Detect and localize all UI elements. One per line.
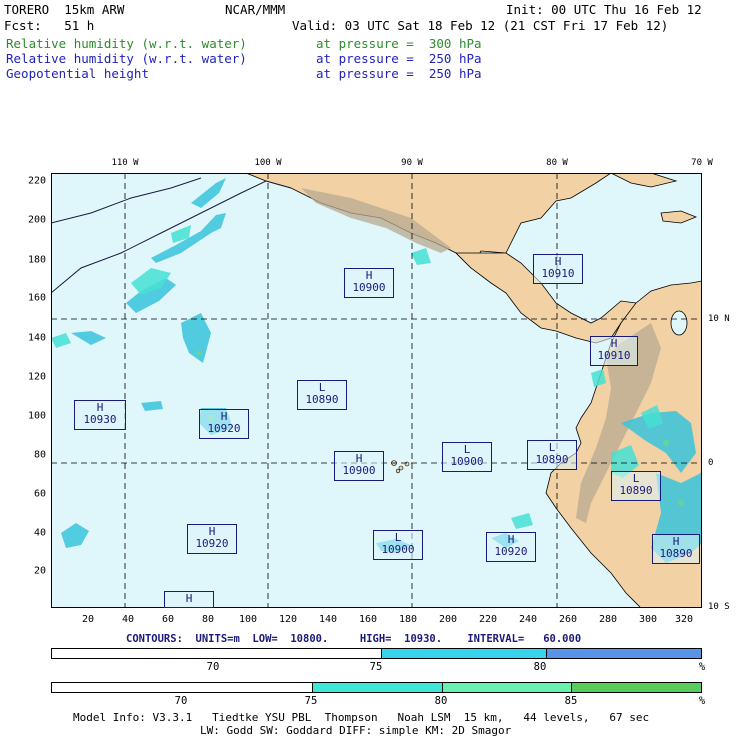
field-2-name: Relative humidity (w.r.t. water)	[6, 51, 247, 66]
colorbar-segment	[572, 683, 701, 692]
y-tick-160: 160	[27, 292, 46, 304]
center-value: 10900	[450, 455, 484, 468]
y-tick-140: 140	[27, 332, 46, 344]
x-tick-160: 160	[358, 614, 378, 625]
center-value: 10900	[342, 464, 376, 477]
lon-label-110w: 110 W	[111, 158, 139, 168]
field-1-name: Relative humidity (w.r.t. water)	[6, 36, 247, 51]
x-tick-320: 320	[674, 614, 694, 625]
physics-info: LW: Godd SW: Goddard DIFF: simple KM: 2D…	[200, 724, 512, 737]
x-tick-300: 300	[638, 614, 658, 625]
model-info: Model Info: V3.3.1 Tiedtke YSU PBL Thomp…	[73, 711, 650, 724]
pressure-center: H 10900	[344, 268, 394, 298]
pressure-center: L 10890	[297, 380, 347, 410]
pressure-center: L 10890	[611, 471, 661, 501]
x-tick-120: 120	[278, 614, 298, 625]
x-tick-140: 140	[318, 614, 338, 625]
lat-label-10n: 10 N	[708, 314, 730, 324]
x-tick-240: 240	[518, 614, 538, 625]
pressure-center: H 10920	[187, 524, 237, 554]
x-tick-80: 80	[201, 614, 215, 625]
y-tick-120: 120	[27, 371, 46, 383]
pressure-center: L 10900	[442, 442, 492, 472]
x-tick-260: 260	[558, 614, 578, 625]
init-time: Init: 00 UTC Thu 16 Feb 12	[506, 2, 702, 17]
colorbar-segment	[381, 649, 547, 658]
colorbar-300hpa	[51, 682, 702, 693]
lat-label-10s: 10 S	[708, 602, 730, 612]
colorbar-250hpa	[51, 648, 702, 659]
pressure-center: H 10930	[74, 400, 126, 430]
x-tick-200: 200	[438, 614, 458, 625]
colorbar-segment	[442, 683, 573, 692]
x-tick-220: 220	[478, 614, 498, 625]
y-tick-220: 220	[27, 175, 46, 187]
lat-label-0: 0	[708, 458, 714, 468]
colorbar-250-percent: %	[698, 661, 706, 673]
x-tick-100: 100	[238, 614, 258, 625]
lake-maracaibo	[670, 310, 688, 336]
lon-label-90w: 90 W	[401, 158, 423, 168]
model-name: TORERO 15km ARW	[4, 2, 125, 17]
colorbar-300-label-75: 75	[304, 695, 318, 707]
colorbar-250-label-70: 70	[206, 661, 220, 673]
field-3-name: Geopotential height	[6, 66, 149, 81]
center-value: 10900	[381, 543, 415, 556]
y-tick-40: 40	[33, 527, 46, 539]
colorbar-250-label-75: 75	[369, 661, 383, 673]
y-tick-20: 20	[33, 565, 46, 577]
pressure-center: H 10890	[652, 534, 700, 564]
x-tick-40: 40	[121, 614, 135, 625]
center-value: 10890	[659, 547, 693, 560]
valid-time: Valid: 03 UTC Sat 18 Feb 12 (21 CST Fri …	[292, 18, 669, 33]
y-tick-60: 60	[33, 488, 46, 500]
center-value: 10890	[305, 393, 339, 406]
y-tick-180: 180	[27, 254, 46, 266]
y-tick-100: 100	[27, 410, 46, 422]
colorbar-segment	[52, 683, 313, 692]
lon-label-70w: 70 W	[691, 158, 713, 168]
x-tick-280: 280	[598, 614, 618, 625]
contour-info: CONTOURS: UNITS=m LOW= 10800. HIGH= 1093…	[126, 633, 582, 645]
pressure-center: H	[164, 591, 214, 608]
colorbar-segment	[546, 649, 701, 658]
center-value: 10910	[541, 267, 575, 280]
y-tick-200: 200	[27, 214, 46, 226]
field-3-level: at pressure = 250 hPa	[316, 66, 482, 81]
colorbar-300-percent: %	[698, 695, 706, 707]
x-tick-20: 20	[81, 614, 95, 625]
center-name: NCAR/MMM	[225, 2, 286, 17]
center-value: 10890	[535, 453, 569, 466]
pressure-center: L 10900	[373, 530, 423, 560]
center-value: 10930	[83, 413, 117, 426]
center-letter: H	[185, 592, 193, 605]
x-tick-60: 60	[161, 614, 175, 625]
field-1-level: at pressure = 300 hPa	[316, 36, 482, 51]
y-tick-80: 80	[33, 449, 46, 461]
colorbar-segment	[312, 683, 443, 692]
forecast-hour: Fcst: 51 h	[4, 18, 95, 33]
colorbar-250-label-80: 80	[533, 661, 547, 673]
center-value: 10920	[195, 537, 229, 550]
x-tick-180: 180	[398, 614, 418, 625]
field-2-level: at pressure = 250 hPa	[316, 51, 482, 66]
pressure-center: H 10900	[334, 451, 384, 481]
pressure-center: H 10910	[533, 254, 583, 284]
colorbar-300-label-70: 70	[174, 695, 188, 707]
colorbar-300-label-80: 80	[434, 695, 448, 707]
pressure-center: H 10920	[486, 532, 536, 562]
center-value: 10890	[619, 484, 653, 497]
colorbar-300-label-85: 85	[564, 695, 578, 707]
lon-label-80w: 80 W	[546, 158, 568, 168]
colorbar-segment	[52, 649, 382, 658]
lon-label-100w: 100 W	[254, 158, 282, 168]
pressure-center: H 10910	[590, 336, 638, 366]
center-value: 10920	[494, 545, 528, 558]
pressure-center: H 10920	[199, 409, 249, 439]
pressure-center: L 10890	[527, 440, 577, 470]
center-value: 10920	[207, 422, 241, 435]
center-value: 10910	[597, 349, 631, 362]
center-value: 10900	[352, 281, 386, 294]
